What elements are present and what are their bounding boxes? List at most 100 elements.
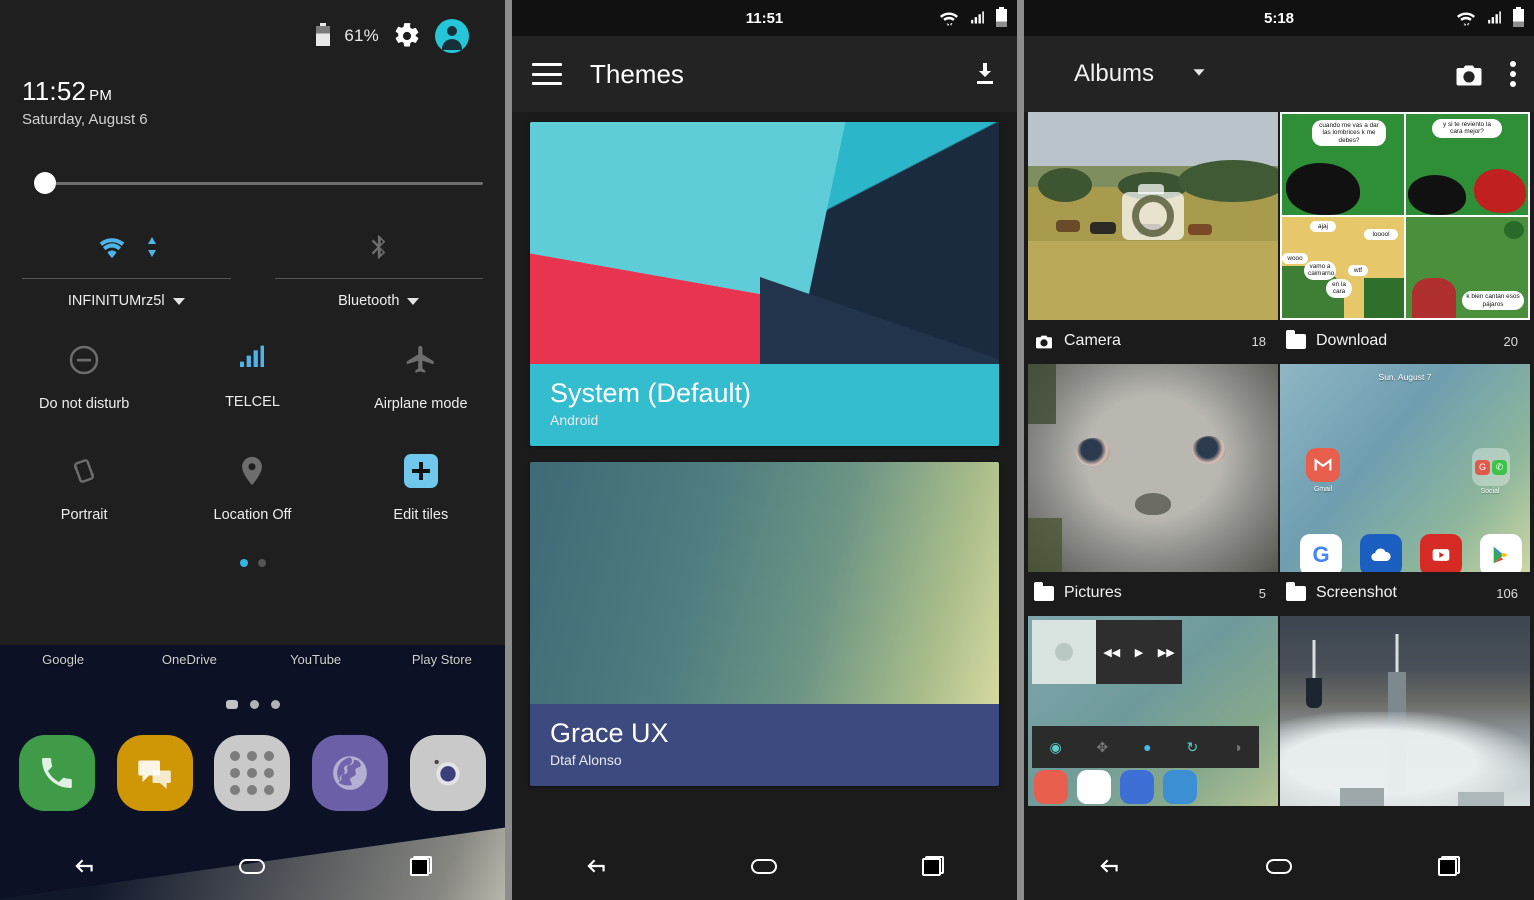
theme-name: Grace UX — [550, 718, 669, 748]
recents-button[interactable] — [901, 844, 965, 888]
tile-location[interactable]: Location Off — [168, 454, 336, 523]
album-item[interactable] — [1280, 616, 1530, 806]
home-button[interactable] — [1247, 844, 1311, 888]
album-thumbnail: Sun, August 7 Gmail G ✆ Social G — [1280, 364, 1530, 572]
dock-mini — [1034, 770, 1197, 804]
panel-divider-left — [505, 0, 512, 900]
tile-airplane-mode[interactable]: Airplane mode — [337, 343, 505, 412]
home-page-dot-2[interactable] — [249, 700, 259, 709]
tile-wifi[interactable]: INFINITUMrz5l — [0, 222, 253, 309]
sync-icon: ↻ — [1186, 738, 1199, 755]
social-mini-label: Social — [1480, 488, 1500, 495]
chevron-down-icon[interactable] — [1188, 61, 1210, 88]
back-button[interactable] — [1077, 844, 1141, 888]
comic-bubble: vamo a caimarno — [1304, 261, 1336, 280]
home-page-dot-3[interactable] — [270, 700, 280, 709]
album-item[interactable]: ◀◀ ▶ ▶▶ ◉ ✥ ● ↻ ◑ — [1028, 616, 1278, 806]
back-button[interactable] — [52, 844, 116, 888]
album-item[interactable]: cuando me vas a dar las lombrices k me d… — [1280, 112, 1530, 362]
tile-portrait[interactable]: Portrait — [0, 454, 168, 523]
recents-icon — [409, 856, 432, 876]
camera-app-icon[interactable] — [410, 735, 487, 811]
home-icon — [239, 858, 266, 874]
tile-cell-signal[interactable]: TELCEL — [168, 343, 336, 412]
quick-settings-tiles-row-1: Do not disturb TELCEL Airplane mode — [0, 343, 505, 412]
more-vertical-icon[interactable] — [1510, 61, 1516, 87]
home-button[interactable] — [220, 844, 284, 888]
tile-do-not-disturb[interactable]: Do not disturb — [0, 343, 168, 412]
theme-card[interactable]: System (Default) Android — [530, 122, 999, 446]
do-not-disturb-icon — [67, 343, 101, 382]
screenshot-date-text: Sun, August 7 — [1378, 372, 1432, 382]
hamburger-menu-icon[interactable] — [532, 63, 562, 85]
playstore-mini-icon — [1480, 534, 1522, 572]
album-item[interactable]: Sun, August 7 Gmail G ✆ Social G Screens… — [1280, 364, 1530, 614]
app-drawer-icon[interactable] — [214, 735, 291, 811]
panel-quick-settings: 61% 11:52 PM Saturday, August 6 INFINITU… — [0, 0, 505, 900]
album-count: 20 — [1503, 333, 1518, 349]
tile-bluetooth[interactable]: Bluetooth — [253, 222, 506, 309]
chevron-down-icon[interactable] — [172, 297, 185, 305]
album-thumbnail — [1280, 616, 1530, 806]
folder-icon — [1034, 581, 1054, 601]
album-thumbnail — [1028, 364, 1278, 572]
album-thumbnail: ◀◀ ▶ ▶▶ ◉ ✥ ● ↻ ◑ — [1028, 616, 1278, 806]
navigation-bar — [512, 832, 1017, 900]
theme-card[interactable]: Grace UX Dtaf Alonso — [530, 462, 999, 786]
camera-icon[interactable] — [1454, 63, 1484, 86]
camera-overlay-icon — [1122, 184, 1184, 240]
google-mini-icon: G — [1300, 534, 1342, 572]
browser-app-icon[interactable] — [312, 735, 389, 811]
brightness-knob[interactable] — [34, 172, 56, 194]
battery-icon — [316, 23, 331, 46]
tile-do-not-disturb-label: Do not disturb — [39, 396, 130, 412]
messages-app-icon[interactable] — [116, 735, 193, 811]
wifi-icon: ◉ — [1049, 738, 1062, 755]
social-folder-mini: G ✆ — [1472, 448, 1510, 486]
home-button[interactable] — [732, 844, 796, 888]
panel-gallery-albums: 5:18 Albums Camera 18 cuando me vas a da… — [1024, 0, 1534, 900]
email-mini-icon — [1034, 770, 1068, 804]
gallery-app-bar: Albums — [1024, 36, 1534, 112]
home-page-indicator[interactable] — [0, 700, 505, 709]
tile-portrait-label: Portrait — [60, 507, 108, 523]
themes-card-list: System (Default) Android Grace UX Dtaf A… — [512, 112, 1017, 812]
settings-mini-icon — [1163, 770, 1197, 804]
comic-bubble: wtf — [1348, 265, 1368, 277]
recents-button[interactable] — [389, 844, 453, 888]
download-icon[interactable] — [973, 61, 997, 87]
quick-settings-page-dots[interactable] — [0, 559, 505, 567]
back-button[interactable] — [564, 844, 628, 888]
comic-bubble: looool — [1364, 229, 1398, 241]
home-label-onedrive: OneDrive — [161, 652, 217, 667]
status-bar-themes: 11:51 — [512, 0, 1017, 36]
home-icon — [1266, 858, 1292, 874]
quick-settings-panel: 61% 11:52 PM Saturday, August 6 INFINITU… — [0, 0, 505, 645]
gallery-mini-icon — [1077, 770, 1111, 804]
tile-edit-tiles[interactable]: Edit tiles — [337, 454, 505, 523]
home-label-youtube: YouTube — [290, 652, 342, 667]
page-dot-2[interactable] — [257, 559, 266, 567]
phone-app-icon[interactable] — [18, 735, 95, 811]
user-avatar-icon[interactable] — [435, 19, 469, 53]
page-dot-1[interactable] — [239, 559, 248, 567]
gmail-mini-icon — [1306, 448, 1340, 482]
comic-bubble: en la cara — [1326, 279, 1352, 298]
album-caption: Camera 18 — [1028, 320, 1278, 362]
album-thumbnail — [1028, 112, 1278, 320]
home-app-labels-row: Google OneDrive YouTube Play Store — [0, 652, 505, 667]
panel-divider-right — [1017, 0, 1024, 900]
battery-icon — [1513, 7, 1524, 27]
brightness-slider[interactable] — [22, 172, 483, 194]
home-page-dot-1[interactable] — [225, 700, 238, 709]
status-bar-gallery: 5:18 — [1024, 0, 1534, 36]
rewind-icon: ◀◀ — [1103, 646, 1121, 659]
album-item[interactable]: Pictures 5 — [1028, 364, 1278, 614]
recents-button[interactable] — [1417, 844, 1481, 888]
brightness-icon: ◑ — [1233, 739, 1242, 755]
album-item[interactable]: Camera 18 — [1028, 112, 1278, 362]
chevron-down-icon[interactable] — [407, 297, 420, 305]
data-transfer-icon — [146, 234, 158, 265]
gear-icon[interactable] — [393, 22, 421, 50]
bluetooth-icon: ✥ — [1096, 738, 1109, 755]
